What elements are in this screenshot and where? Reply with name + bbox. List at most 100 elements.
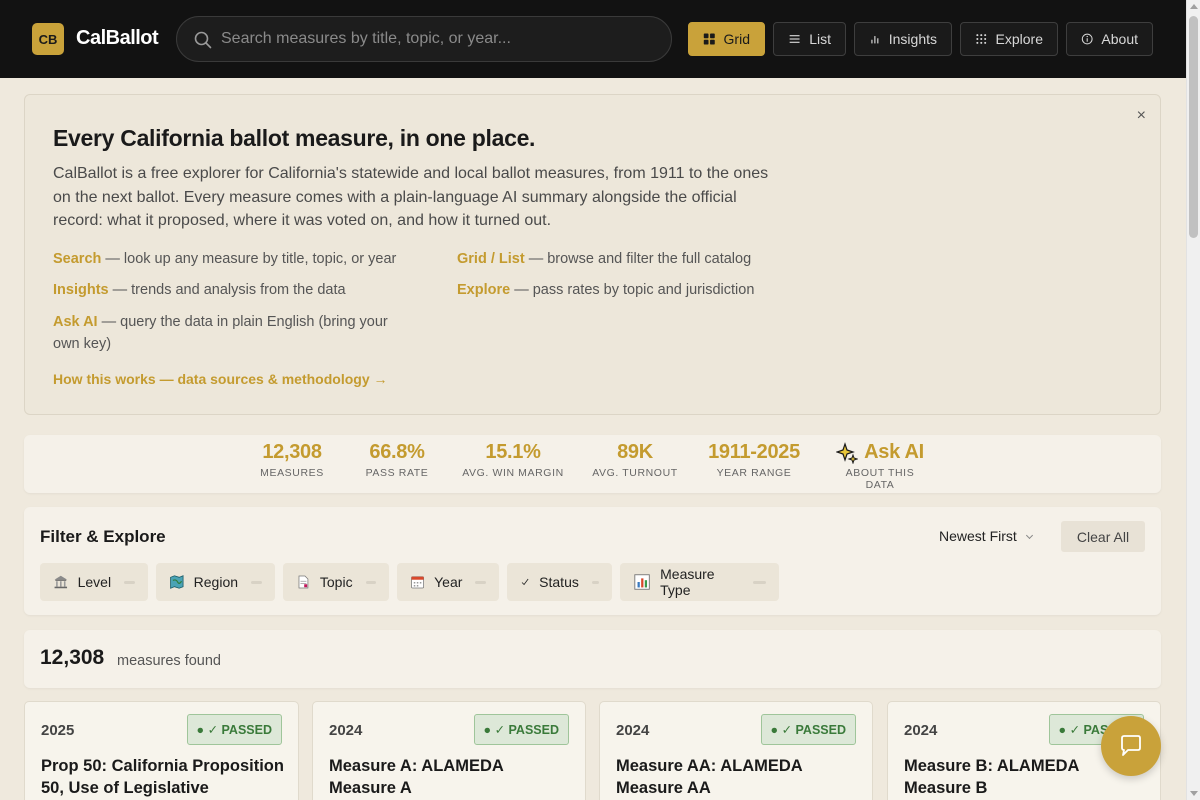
- filter-title: Filter & Explore: [40, 527, 166, 546]
- chip-label: Year: [434, 574, 463, 590]
- chevron-down-icon: [1025, 531, 1033, 540]
- stat-label: PASS RATE: [365, 467, 429, 479]
- stat-value: 15.1%: [485, 441, 541, 463]
- stat-turnout: 89K AVG. TURNOUT: [589, 441, 681, 479]
- nav-insights-label: Insights: [888, 31, 937, 47]
- logo-badge[interactable]: CB: [32, 23, 64, 55]
- building-icon: [54, 575, 68, 589]
- card-year: 2024: [616, 722, 650, 739]
- nav-about-button[interactable]: About: [1066, 22, 1153, 56]
- nav-about-label: About: [1101, 31, 1138, 47]
- chip-label: Status: [539, 574, 579, 590]
- scroll-up-arrow-icon[interactable]: [1190, 4, 1198, 9]
- stat-value: 1911-2025: [708, 441, 800, 463]
- filter-chip-status[interactable]: Status: [507, 563, 612, 601]
- feature-grid-list: Grid / List — browse and filter the full…: [457, 248, 817, 270]
- logo-text[interactable]: CalBallot: [76, 27, 159, 50]
- stats-bar: 12,308 MEASURES 66.8% PASS RATE 15.1% AV…: [24, 435, 1161, 493]
- feature-explore: Explore — pass rates by topic and jurisd…: [457, 279, 817, 301]
- chip-label: Level: [77, 574, 112, 590]
- filter-chip-measure-type[interactable]: Measure Type: [620, 563, 779, 601]
- feature-text: — pass rates by topic and jurisdiction: [510, 282, 755, 298]
- clear-all-button[interactable]: Clear All: [1061, 521, 1145, 552]
- feature-text: — look up any measure by title, topic, o…: [101, 251, 397, 267]
- results-count: 12,308: [40, 646, 105, 669]
- stat-year-range: 1911-2025 YEAR RANGE: [704, 441, 804, 479]
- search-icon: [194, 31, 212, 49]
- measure-card[interactable]: 2025 ● ✓ PASSED Prop 50: California Prop…: [24, 701, 299, 800]
- nav-explore-label: Explore: [995, 31, 1043, 47]
- sort-value: Newest First: [939, 528, 1017, 544]
- filter-chip-year[interactable]: Year: [397, 563, 499, 601]
- scroll-thumb[interactable]: [1189, 16, 1198, 238]
- stat-label: AVG. WIN MARGIN: [462, 467, 564, 479]
- filter-chip-level[interactable]: Level: [40, 563, 148, 601]
- status-badge: ● ✓ PASSED: [473, 714, 569, 745]
- feature-key[interactable]: Grid / List: [457, 251, 525, 267]
- filter-panel: Filter & Explore Newest First Clear All …: [24, 507, 1161, 615]
- how-it-works-link[interactable]: How this works — data sources & methodol…: [53, 371, 388, 387]
- feature-search: Search — look up any measure by title, t…: [53, 248, 413, 270]
- nav-grid-label: Grid: [723, 31, 750, 47]
- stat-win-margin: 15.1% AVG. WIN MARGIN: [459, 441, 567, 479]
- list-icon: [789, 35, 800, 43]
- stat-value: 12,308: [262, 441, 322, 463]
- card-title: Prop 50: California Proposition 50, Use …: [41, 757, 284, 797]
- search-input[interactable]: [221, 17, 651, 61]
- grid-icon: [703, 33, 715, 45]
- nav-insights-button[interactable]: Insights: [854, 22, 952, 56]
- results-count-bar: 12,308 measures found: [24, 630, 1161, 688]
- measure-card[interactable]: 2024 ● ✓ PASSED Measure AA: ALAMEDA Meas…: [599, 701, 873, 800]
- calendar-icon: [411, 576, 424, 589]
- nav-list-button[interactable]: List: [773, 22, 846, 56]
- stat-value: 89K: [617, 441, 653, 463]
- feature-key[interactable]: Explore: [457, 282, 510, 298]
- nav-explore-button[interactable]: Explore: [960, 22, 1058, 56]
- intro-title: Every California ballot measure, in one …: [53, 125, 536, 151]
- filter-chip-topic[interactable]: Topic: [283, 563, 389, 601]
- bar-chart-icon: [871, 36, 879, 44]
- feature-text: — query the data in plain English (bring…: [53, 314, 388, 352]
- card-year: 2024: [329, 722, 363, 739]
- feature-key[interactable]: Ask AI: [53, 314, 98, 330]
- check-icon: [521, 578, 529, 586]
- dots-grid-icon: [976, 34, 987, 44]
- scroll-down-arrow-icon[interactable]: [1190, 791, 1198, 796]
- feature-key[interactable]: Insights: [53, 282, 109, 298]
- document-icon: [298, 575, 309, 589]
- feature-text: — trends and analysis from the data: [108, 282, 346, 298]
- feature-key[interactable]: Search: [53, 251, 101, 267]
- close-icon[interactable]: ×: [1137, 107, 1146, 125]
- nav-grid-button[interactable]: Grid: [688, 22, 765, 56]
- intro-panel: × Every California ballot measure, in on…: [24, 94, 1161, 415]
- status-badge: ● ✓ PASSED: [760, 714, 856, 745]
- bar-chart-icon: [634, 574, 650, 590]
- feature-text: — browse and filter the full catalog: [524, 251, 752, 267]
- feature-ask-ai: Ask AI — query the data in plain English…: [53, 311, 413, 355]
- sparkles-icon: [836, 441, 859, 464]
- page-scrollbar[interactable]: [1186, 0, 1200, 800]
- chip-label: Region: [193, 574, 239, 590]
- card-title: Measure A: ALAMEDA Measure A: [329, 757, 504, 797]
- stat-ask-ai[interactable]: Ask AI ABOUT THIS DATA: [830, 441, 930, 491]
- card-year: 2024: [904, 722, 938, 739]
- filter-chip-region[interactable]: Region: [156, 563, 275, 601]
- stat-label: AVG. TURNOUT: [592, 467, 678, 479]
- ask-ai-label: Ask AI: [864, 441, 924, 463]
- chat-bubble-icon: [1121, 735, 1141, 756]
- sort-select[interactable]: Newest First: [939, 528, 1033, 544]
- map-icon: [170, 575, 184, 589]
- stat-pass-rate: 66.8% PASS RATE: [357, 441, 437, 479]
- results-label: measures found: [117, 653, 221, 669]
- card-title: Measure AA: ALAMEDA Measure AA: [616, 757, 803, 797]
- nav-list-label: List: [809, 31, 831, 47]
- chip-label: Topic: [319, 574, 353, 590]
- card-year: 2025: [41, 722, 75, 739]
- status-badge: ● ✓ PASSED: [186, 714, 282, 745]
- search-box[interactable]: [176, 16, 672, 62]
- stat-label: YEAR RANGE: [716, 467, 792, 479]
- chat-button[interactable]: [1101, 716, 1161, 776]
- stat-label: ABOUT THIS DATA: [845, 467, 915, 491]
- measure-card[interactable]: 2024 ● ✓ PASSED Measure A: ALAMEDA Measu…: [312, 701, 586, 800]
- info-icon: [1081, 33, 1093, 45]
